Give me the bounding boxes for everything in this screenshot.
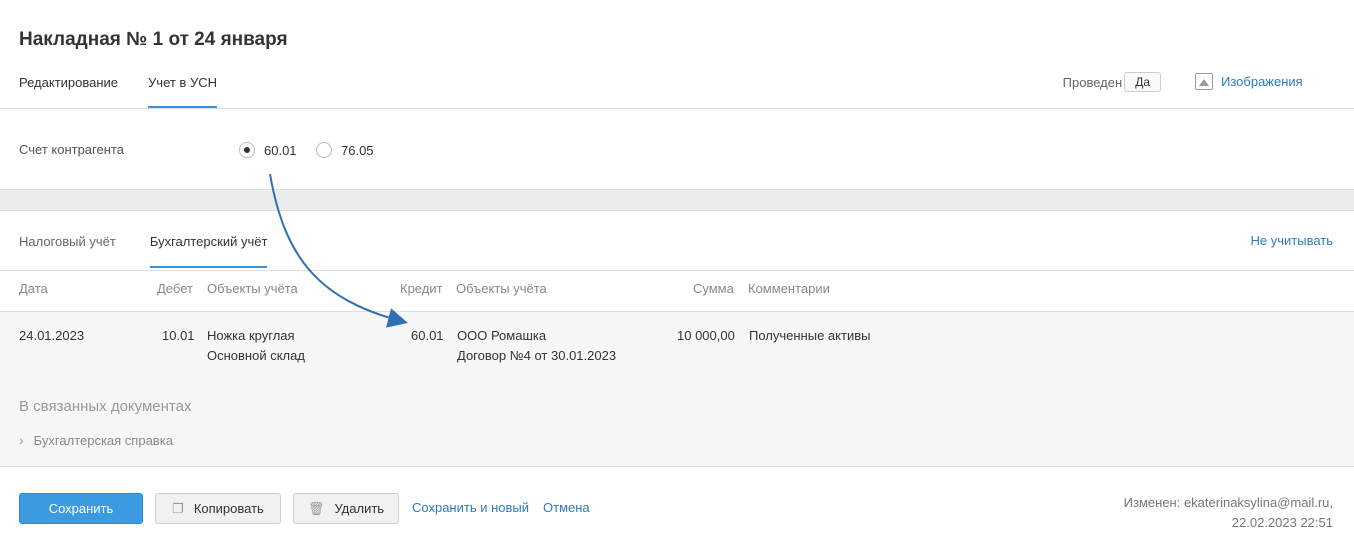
cell-comment: Полученные активы	[749, 328, 871, 343]
tab-usn-accounting[interactable]: Учет в УСН	[148, 67, 217, 108]
cell-debit-object-1: Ножка круглая	[207, 328, 295, 343]
col-credit: Кредит	[400, 281, 443, 296]
cell-debit: 10.01	[162, 328, 195, 343]
modified-by: Изменен: ekaterinaksylina@mail.ru,	[1123, 495, 1333, 510]
footer: Сохранить ❐ Копировать 🗑 Удалить Сохрани…	[0, 467, 1354, 542]
table-body: 24.01.2023 10.01 Ножка круглая Основной …	[0, 311, 1354, 467]
counterparty-account-label: Счет контрагента	[19, 142, 124, 157]
image-icon	[1195, 73, 1213, 90]
cancel-link[interactable]: Отмена	[543, 500, 590, 515]
trash-icon: 🗑	[307, 500, 325, 516]
chevron-right-icon: ›	[19, 432, 24, 448]
cell-amount: 10 000,00	[677, 328, 735, 343]
modified-info: Изменен: ekaterinaksylina@mail.ru, 22.02…	[1124, 493, 1333, 533]
accounting-tabs: Налоговый учёт Бухгалтерский учёт	[19, 227, 301, 270]
delete-button[interactable]: 🗑 Удалить	[293, 493, 399, 524]
page-title: Накладная № 1 от 24 января	[19, 29, 288, 50]
save-and-new-link[interactable]: Сохранить и новый	[412, 500, 529, 515]
col-date: Дата	[19, 281, 48, 296]
delete-button-label: Удалить	[334, 501, 385, 516]
posted-toggle[interactable]: Да	[1124, 72, 1161, 92]
images-link[interactable]: Изображения	[1195, 73, 1303, 90]
tab-editing[interactable]: Редактирование	[19, 67, 118, 108]
tab-bookkeeping[interactable]: Бухгалтерский учёт	[149, 227, 268, 268]
radio-selected-icon	[239, 142, 255, 158]
save-button[interactable]: Сохранить	[19, 493, 143, 524]
copy-icon: ❐	[172, 500, 184, 516]
document-tabs: Редактирование Учет в УСН	[19, 67, 247, 108]
radio-76-05-label: 76.05	[341, 142, 374, 158]
modified-date: 22.02.2023 22:51	[1231, 515, 1333, 530]
cell-date: 24.01.2023	[19, 328, 85, 343]
radio-60-01-label: 60.01	[264, 142, 297, 158]
cell-credit-object-1: ООО Ромашка	[457, 328, 547, 343]
linked-docs-title: В связанных документах	[19, 398, 192, 415]
posted-label: Проведен	[1062, 74, 1123, 90]
section-separator	[0, 189, 1354, 211]
cell-debit-object-2: Основной склад	[207, 348, 305, 363]
not-count-link[interactable]: Не учитывать	[1251, 233, 1334, 248]
copy-button-label: Копировать	[193, 501, 264, 516]
linked-doc-item[interactable]: › Бухгалтерская справка	[19, 432, 173, 448]
table-header: Дата Дебет Объекты учёта Кредит Объекты …	[0, 271, 1354, 311]
col-comment: Комментарии	[748, 281, 830, 296]
copy-button[interactable]: ❐ Копировать	[155, 493, 281, 524]
linked-doc-label: Бухгалтерская справка	[33, 432, 173, 448]
tab-tax-accounting[interactable]: Налоговый учёт	[19, 227, 116, 268]
cell-credit: 60.01	[411, 328, 444, 343]
radio-76-05[interactable]: 76.05	[316, 142, 374, 158]
radio-unselected-icon	[316, 142, 332, 158]
col-debit: Дебет	[157, 281, 193, 296]
images-link-label: Изображения	[1221, 74, 1303, 89]
posted-status: Проведен Да	[1063, 72, 1161, 92]
col-credit-objects: Объекты учёта	[456, 281, 547, 296]
cell-credit-object-2: Договор №4 от 30.01.2023	[457, 348, 617, 363]
radio-60-01[interactable]: 60.01	[239, 142, 297, 158]
col-debit-objects: Объекты учёта	[207, 281, 298, 296]
col-amount: Сумма	[693, 281, 734, 296]
header-divider	[0, 108, 1354, 109]
